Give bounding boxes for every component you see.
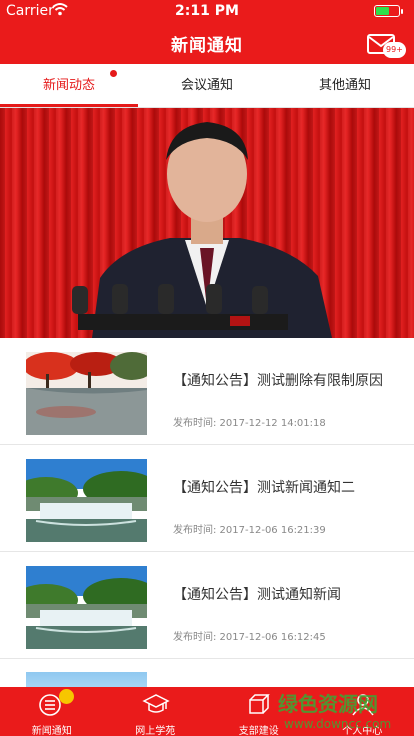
nav-bar: 新闻通知 99+	[0, 22, 414, 64]
tab-other-notices[interactable]: 其他通知	[276, 64, 414, 108]
watermark: 绿色资源网 www.downcc.com	[278, 688, 408, 731]
news-thumbnail	[26, 352, 147, 435]
tabbar-news[interactable]: 新闻通知	[0, 687, 104, 736]
news-time: 发布时间: 2017-12-12 14:01:18	[173, 418, 326, 429]
status-bar: Carrier 2:11 PM	[0, 0, 414, 22]
news-title: 【通知公告】测试新闻通知二	[173, 480, 355, 496]
unread-dot	[110, 70, 117, 77]
watermark-text: 绿色资源网	[278, 692, 378, 716]
active-tab-indicator	[0, 104, 138, 107]
banner-image[interactable]	[0, 108, 414, 338]
tab-meeting-notices[interactable]: 会议通知	[138, 64, 276, 108]
news-title: 【通知公告】测试通知新闻	[173, 587, 341, 603]
news-time: 发布时间: 2017-12-06 16:21:39	[173, 525, 326, 536]
tabbar-online-academy[interactable]: 网上学苑	[104, 687, 208, 736]
notification-dot	[59, 689, 74, 704]
tab-news-updates[interactable]: 新闻动态	[0, 64, 138, 108]
watermark-url: www.downcc.com	[284, 717, 392, 731]
cube-icon	[249, 694, 270, 714]
news-time: 发布时间: 2017-12-06 16:12:45	[173, 632, 326, 643]
tabbar-label: 新闻通知	[31, 726, 72, 736]
news-item[interactable]: 【通知公告】测试通知新闻 发布时间: 2017-12-06 16:12:45	[0, 552, 414, 659]
news-thumbnail-partial	[26, 672, 147, 687]
news-title: 【通知公告】测试删除有限制原因	[173, 373, 383, 389]
battery-icon	[374, 5, 403, 17]
news-item[interactable]: 【通知公告】测试新闻通知二 发布时间: 2017-12-06 16:21:39	[0, 445, 414, 552]
news-item[interactable]: 【通知公告】测试删除有限制原因 发布时间: 2017-12-12 14:01:1…	[0, 338, 414, 445]
graduation-cap-icon	[141, 694, 170, 713]
page-title: 新闻通知	[171, 36, 243, 56]
news-thumbnail	[26, 566, 147, 649]
category-tabs: 新闻动态 会议通知 其他通知	[0, 64, 414, 108]
status-time: 2:11 PM	[175, 3, 239, 19]
news-thumbnail	[26, 459, 147, 542]
tabbar-label: 网上学苑	[135, 726, 176, 736]
message-badge: 99+	[383, 42, 406, 58]
